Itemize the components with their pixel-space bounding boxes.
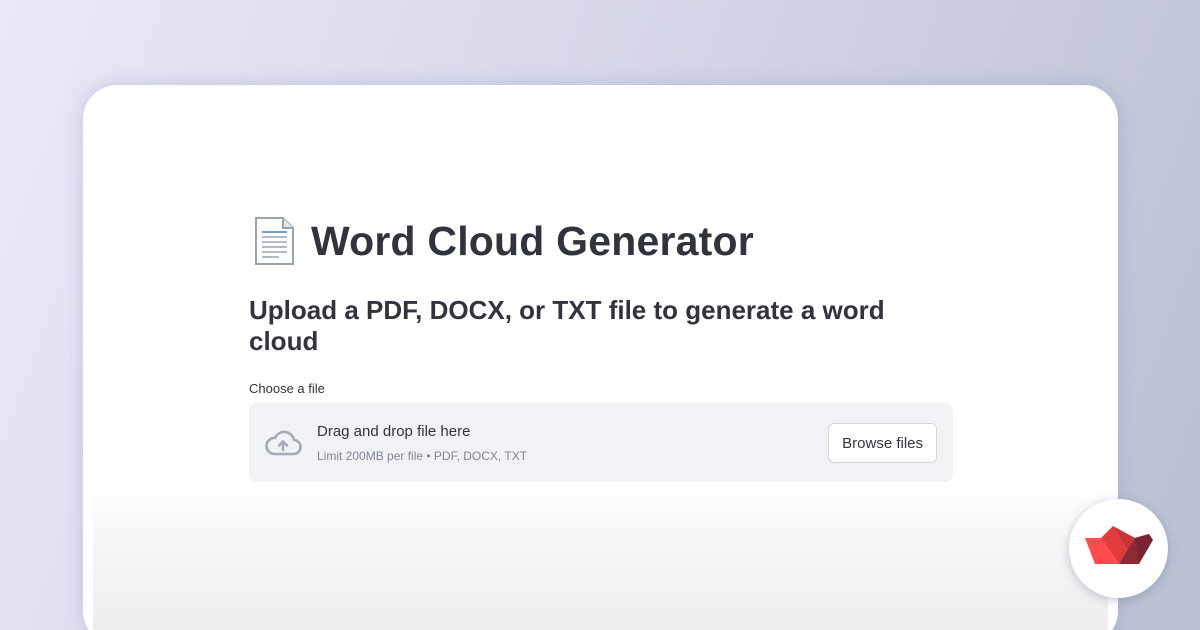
cloud-upload-icon: [264, 428, 302, 458]
page-subtitle: Upload a PDF, DOCX, or TXT file to gener…: [249, 295, 885, 356]
title-row: Word Cloud Generator: [249, 213, 953, 269]
card-bottom-fade: [93, 480, 1108, 630]
main-content: Word Cloud Generator Upload a PDF, DOCX,…: [249, 213, 953, 482]
page-title: Word Cloud Generator: [311, 217, 754, 264]
file-dropzone[interactable]: Drag and drop file here Limit 200MB per …: [249, 403, 953, 482]
streamlit-logo-badge[interactable]: [1069, 499, 1168, 598]
dropzone-limit: Limit 200MB per file • PDF, DOCX, TXT: [317, 448, 528, 463]
streamlit-boat-logo-icon: [1083, 524, 1155, 573]
dropzone-instruction: Drag and drop file here: [317, 422, 471, 440]
page-document-icon: [253, 216, 295, 266]
dropzone-text: Drag and drop file here Limit 200MB per …: [317, 423, 527, 463]
app-card: Word Cloud Generator Upload a PDF, DOCX,…: [83, 85, 1118, 630]
file-uploader-label: Choose a file: [249, 381, 325, 396]
browse-files-button[interactable]: Browse files: [828, 423, 937, 463]
